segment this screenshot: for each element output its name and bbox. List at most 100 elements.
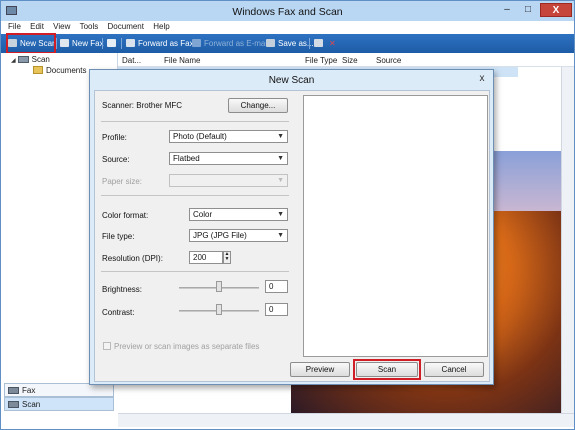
source-select[interactable]: Flatbed ▼: [169, 152, 288, 165]
forward-as-email-button[interactable]: Forward as E-mail: [192, 36, 269, 51]
chevron-down-icon: ▼: [277, 211, 284, 218]
printer-icon: [314, 39, 323, 47]
forward-as-fax-button[interactable]: Forward as Fax: [126, 36, 194, 51]
tree-scan-label: Scan: [31, 55, 50, 64]
source-value: Flatbed: [173, 154, 200, 163]
forward-fax-icon: [126, 39, 135, 47]
scanner-icon: [17, 56, 29, 63]
chevron-down-icon: ▼: [277, 232, 284, 239]
chevron-down-icon: ▼: [277, 177, 284, 184]
column-source[interactable]: Source: [376, 56, 401, 65]
delete-icon: ✕: [329, 39, 336, 48]
file-type-label: File type:: [102, 232, 135, 241]
close-button[interactable]: X: [540, 3, 572, 17]
menu-tools[interactable]: Tools: [80, 22, 99, 31]
dialog-close-button[interactable]: x: [474, 73, 490, 86]
menu-bar: File Edit View Tools Document Help: [1, 21, 574, 34]
print-button[interactable]: [314, 36, 326, 51]
toolbar: New Scan New Fax Forward as Fax Forward …: [1, 34, 574, 53]
cancel-button[interactable]: Cancel: [424, 362, 484, 377]
tree-item-documents[interactable]: Documents: [33, 66, 86, 75]
preview-button[interactable]: Preview: [290, 362, 350, 377]
menu-view[interactable]: View: [53, 22, 70, 31]
column-file-name[interactable]: File Name: [164, 56, 200, 65]
sidebar-item-fax[interactable]: Fax: [4, 383, 114, 397]
folder-icon: [33, 66, 43, 74]
separate-files-label: Preview or scan images as separate files: [114, 342, 260, 351]
toolbar-divider: [56, 38, 57, 49]
sidebar-fax-label: Fax: [22, 386, 36, 395]
fax-icon: [60, 39, 69, 47]
forward-as-fax-label: Forward as Fax: [138, 39, 194, 48]
column-file-type[interactable]: File Type: [305, 56, 337, 65]
forward-as-email-label: Forward as E-mail: [204, 39, 269, 48]
window-title: Windows Fax and Scan: [232, 6, 343, 18]
tree-item-scan[interactable]: ◢ Scan: [11, 55, 50, 64]
brightness-slider-thumb[interactable]: [216, 281, 222, 292]
brightness-input[interactable]: 0: [265, 280, 288, 293]
chevron-down-icon: ▼: [277, 155, 284, 162]
divider: [101, 271, 289, 272]
fax-and-scan-window: Windows Fax and Scan – □ X File Edit Vie…: [0, 0, 575, 430]
sidebar-item-scan[interactable]: Scan: [4, 397, 114, 411]
profile-label: Profile:: [102, 133, 127, 142]
minimize-button[interactable]: –: [498, 3, 516, 17]
list-header: Dat... File Name File Type Size Source: [118, 53, 574, 67]
menu-document[interactable]: Document: [108, 22, 144, 31]
title-bar: Windows Fax and Scan – □ X: [1, 1, 574, 21]
document-icon: [107, 39, 116, 47]
scan-preview-area: [303, 95, 488, 357]
dialog-body: Scanner: Brother MFC Change... Profile: …: [94, 90, 490, 382]
delete-button[interactable]: ✕: [329, 36, 336, 51]
scanner-label: Scanner: Brother MFC: [102, 101, 183, 110]
resolution-input[interactable]: 200: [189, 251, 223, 264]
menu-edit[interactable]: Edit: [30, 22, 44, 31]
chevron-down-icon: ▼: [277, 133, 284, 140]
fax-icon: [8, 387, 19, 394]
horizontal-scrollbar[interactable]: [118, 413, 574, 427]
resolution-stepper[interactable]: ▲ ▼: [223, 251, 231, 264]
profile-value: Photo (Default): [173, 132, 227, 141]
save-as-button[interactable]: Save as...: [266, 36, 314, 51]
scan-button-highlight: [353, 359, 421, 380]
file-type-value: JPG (JPG File): [193, 231, 247, 240]
profile-select[interactable]: Photo (Default) ▼: [169, 130, 288, 143]
source-label: Source:: [102, 155, 130, 164]
column-date[interactable]: Dat...: [122, 56, 141, 65]
collapse-arrow-icon[interactable]: ◢: [11, 57, 16, 64]
color-format-value: Color: [193, 210, 213, 219]
toolbar-divider: [309, 38, 310, 49]
paper-size-label: Paper size:: [102, 177, 143, 186]
new-scan-highlight: [6, 33, 56, 54]
contrast-slider-thumb[interactable]: [216, 304, 222, 315]
sidebar-scan-label: Scan: [22, 400, 41, 409]
tree-documents-label: Documents: [46, 66, 87, 75]
menu-file[interactable]: File: [8, 22, 21, 31]
color-format-select[interactable]: Color ▼: [189, 208, 288, 221]
new-fax-button[interactable]: New Fax: [60, 36, 104, 51]
contrast-label: Contrast:: [102, 308, 135, 317]
document-button[interactable]: [107, 36, 119, 51]
column-size[interactable]: Size: [342, 56, 358, 65]
contrast-input[interactable]: 0: [265, 303, 288, 316]
divider: [101, 195, 289, 196]
scanner-icon: [8, 401, 19, 408]
paper-size-select[interactable]: ▼: [169, 174, 288, 187]
color-format-label: Color format:: [102, 211, 149, 220]
brightness-label: Brightness:: [102, 285, 143, 294]
resolution-label: Resolution (DPI):: [102, 254, 163, 263]
file-type-select[interactable]: JPG (JPG File) ▼: [189, 229, 288, 242]
vertical-scrollbar[interactable]: [561, 67, 574, 413]
divider: [101, 121, 289, 122]
change-scanner-button[interactable]: Change...: [228, 98, 288, 113]
menu-help[interactable]: Help: [153, 22, 169, 31]
new-fax-label: New Fax: [72, 39, 104, 48]
maximize-button[interactable]: □: [519, 3, 537, 17]
separate-files-checkbox[interactable]: [103, 342, 111, 350]
email-icon: [192, 39, 201, 47]
save-icon: [266, 39, 275, 47]
toolbar-divider: [121, 38, 122, 49]
toolbar-divider: [102, 38, 103, 49]
dialog-title: New Scan: [268, 75, 315, 86]
new-scan-dialog: New Scan x Scanner: Brother MFC Change..…: [89, 69, 494, 385]
